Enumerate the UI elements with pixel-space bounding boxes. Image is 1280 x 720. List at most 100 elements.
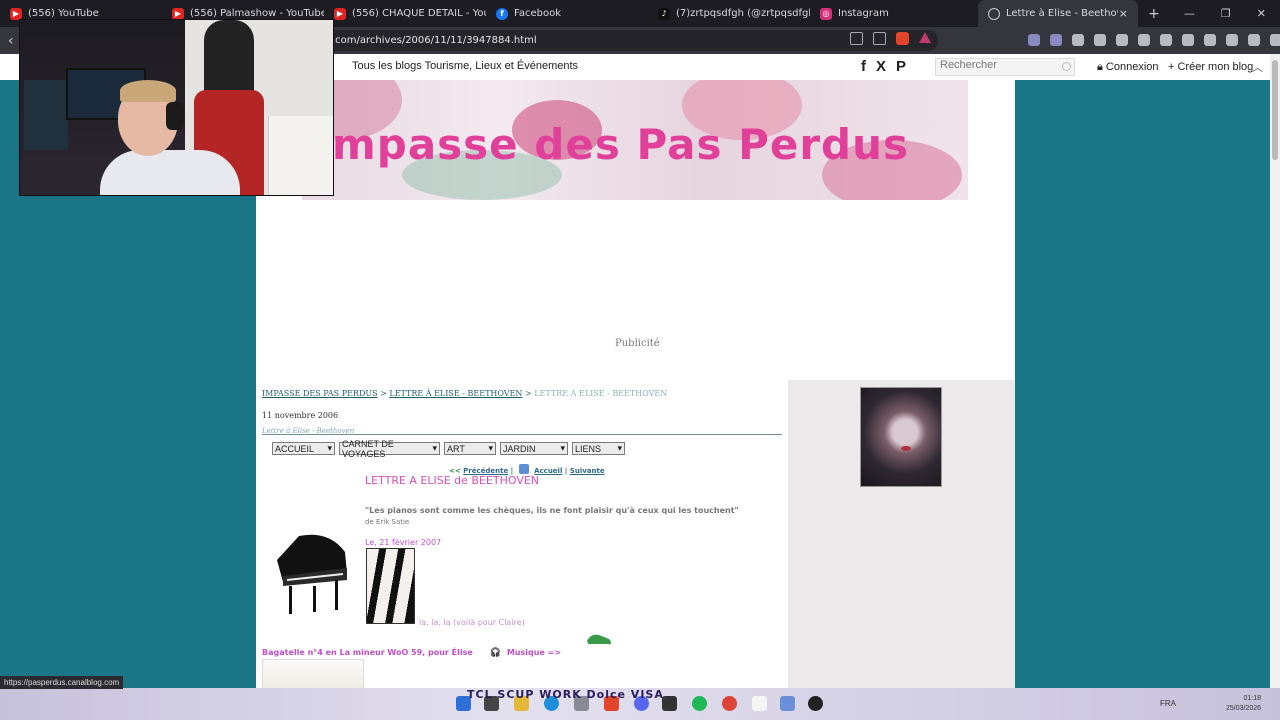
browser-tab[interactable]: ▶ (556) CHAQUE DETAIL - YouTube	[324, 0, 486, 27]
bagatelle-line: Bagatelle n°4 en La mineur WoO 59, pour …	[262, 648, 561, 658]
sneaker-icon[interactable]	[585, 629, 613, 649]
globe-icon	[988, 7, 1000, 20]
share-icon[interactable]	[873, 32, 886, 45]
profile-image[interactable]	[860, 387, 942, 487]
obs-icon[interactable]	[808, 696, 823, 711]
menu-select-accueil[interactable]: ACCUEIL	[272, 442, 335, 455]
search-input[interactable]: Rechercher	[935, 58, 1075, 76]
minimize-icon[interactable]: —	[1184, 7, 1195, 20]
breadcrumb-home[interactable]: IMPASSE DES PAS PERDUS	[262, 389, 378, 398]
menu-icon[interactable]	[1270, 34, 1280, 46]
blog-banner[interactable]: mpasse des Pas Perdus	[302, 80, 968, 200]
leo-icon[interactable]	[1226, 34, 1238, 46]
brave-shields-icon[interactable]	[896, 32, 909, 45]
lock-icon: 🔒︎	[1097, 61, 1106, 73]
divider	[262, 434, 782, 435]
address-bar-icons	[850, 32, 931, 45]
post-title: LETTRE A ELISE de BEETHOVEN	[365, 474, 540, 487]
browser-tab[interactable]: f Facebook	[486, 0, 648, 27]
pinterest-icon[interactable]: P	[896, 58, 906, 75]
extension-icon[interactable]	[1094, 34, 1106, 46]
extension-icon[interactable]	[1028, 34, 1040, 46]
nav-separator: |	[564, 467, 568, 475]
reader-mode-icon[interactable]	[850, 32, 863, 45]
menu-select-liens[interactable]: LIENS	[572, 442, 625, 455]
login-link[interactable]: 🔒︎ Connexion	[1097, 61, 1159, 74]
ad-label: Publicité	[615, 338, 660, 349]
piano-keys-image	[366, 548, 415, 624]
notepad-icon[interactable]	[752, 696, 767, 711]
chevron-up-icon[interactable]: ︿	[1252, 59, 1263, 75]
browser-tab[interactable]: ◎ Instagram	[810, 0, 972, 27]
app-icon[interactable]	[780, 696, 795, 711]
close-window-icon[interactable]: ✕	[1257, 7, 1266, 20]
entry-date: Le, 21 février 2007	[365, 538, 442, 547]
menu-select-art[interactable]: ART	[444, 442, 496, 455]
puzzle-icon[interactable]	[1116, 34, 1128, 46]
tab-title: (556) Palmashow - YouTube	[190, 8, 324, 19]
breadcrumb: IMPASSE DES PAS PERDUS > LETTRE À ELISE …	[262, 389, 668, 398]
search-icon[interactable]	[1062, 62, 1071, 71]
extension-icon[interactable]	[1050, 34, 1062, 46]
extension-icon[interactable]	[1072, 34, 1084, 46]
tab-title: (7)zrtpqsdfgh (@zrtpqsdfgh) | TikTok	[676, 8, 810, 19]
grand-piano-image	[277, 534, 347, 614]
bagatelle-title: Bagatelle n°4 en La mineur WoO 59, pour …	[262, 648, 473, 657]
menu-select-jardin[interactable]: JARDIN	[500, 442, 568, 455]
menu-select-voyages[interactable]: CARNET DE VOYAGES	[339, 439, 440, 459]
maximize-icon[interactable]: ❐	[1221, 7, 1231, 20]
facebook-icon[interactable]: f	[861, 58, 866, 75]
music-link[interactable]: Musique =>	[507, 648, 561, 657]
media-icon[interactable]	[1160, 34, 1172, 46]
language-indicator[interactable]: FRA	[1160, 699, 1176, 708]
extension-icon[interactable]	[1138, 34, 1150, 46]
youtube-icon: ▶	[334, 7, 346, 20]
sidebar-icon[interactable]	[1182, 34, 1194, 46]
chrome-icon[interactable]	[722, 696, 737, 711]
page-scrollbar[interactable]	[1270, 54, 1280, 688]
system-clock[interactable]: 01:18 25/03/2026	[1226, 694, 1261, 714]
sheet-music-image	[262, 659, 364, 688]
browser-tab-active[interactable]: Lettre à Elise - Beethoven - Imp×	[978, 0, 1138, 27]
headphones-icon: 🎧︎	[489, 648, 502, 658]
window-controls: — ❐ ✕	[1184, 7, 1280, 20]
youtube-icon: ▶	[10, 7, 22, 20]
browser-tab[interactable]: ♪ (7)zrtpqsdfgh (@zrtpqsdfgh) | TikTok	[648, 0, 810, 27]
webcam-overlay	[19, 19, 334, 196]
x-icon[interactable]: X	[876, 58, 886, 75]
blog-menus: ACCUEIL CARNET DE VOYAGES ART JARDIN LIE…	[272, 439, 625, 459]
tiktok-icon: ♪	[658, 7, 670, 20]
next-link[interactable]: Suivante	[570, 467, 605, 475]
social-links: f X P	[861, 58, 906, 75]
tagline-link[interactable]: Tous les blogs Tourisme, Lieux et Événem…	[352, 60, 578, 72]
quote-author: de Erik Satie	[365, 518, 410, 526]
clock-time: 01:18	[1243, 695, 1262, 702]
create-blog-link[interactable]: + Créer mon blog	[1168, 61, 1253, 73]
brave-rewards-icon[interactable]	[919, 32, 931, 43]
spotify-icon[interactable]	[692, 696, 707, 711]
tab-title: (556) YouTube	[28, 8, 99, 19]
tab-title: Instagram	[838, 8, 889, 19]
blog-title: mpasse des Pas Perdus	[332, 120, 910, 169]
home-icon[interactable]	[518, 464, 529, 474]
vpn-icon[interactable]	[1248, 34, 1260, 46]
back-icon[interactable]: ‹	[8, 33, 14, 49]
app-icon[interactable]	[662, 696, 677, 711]
clock-date: 25/03/2026	[1226, 705, 1262, 712]
wallet-icon[interactable]	[1204, 34, 1216, 46]
instagram-icon: ◎	[820, 7, 832, 20]
status-url: https://pasperdus.canalblog.com	[0, 676, 124, 689]
login-label: Connexion	[1105, 61, 1159, 73]
tab-title: (556) CHAQUE DETAIL - YouTube	[352, 8, 486, 19]
new-tab-button[interactable]: +	[1148, 6, 1160, 22]
youtube-icon: ▶	[172, 7, 184, 20]
facebook-icon: f	[496, 7, 508, 20]
extension-icons	[1028, 34, 1280, 46]
caption-text: la, la, la (voilà pour Claire)	[419, 618, 525, 627]
quote-text: "Les pianos sont comme les chèques, ils …	[365, 506, 739, 515]
close-tab-icon[interactable]: ×	[1119, 7, 1128, 20]
breadcrumb-category[interactable]: LETTRE À ELISE - BEETHOVEN	[389, 389, 522, 398]
tab-title: Lettre à Elise - Beethoven - Imp	[1006, 8, 1118, 19]
create-blog-label: Créer mon blog	[1177, 61, 1254, 73]
scrollbar-thumb[interactable]	[1272, 60, 1278, 160]
